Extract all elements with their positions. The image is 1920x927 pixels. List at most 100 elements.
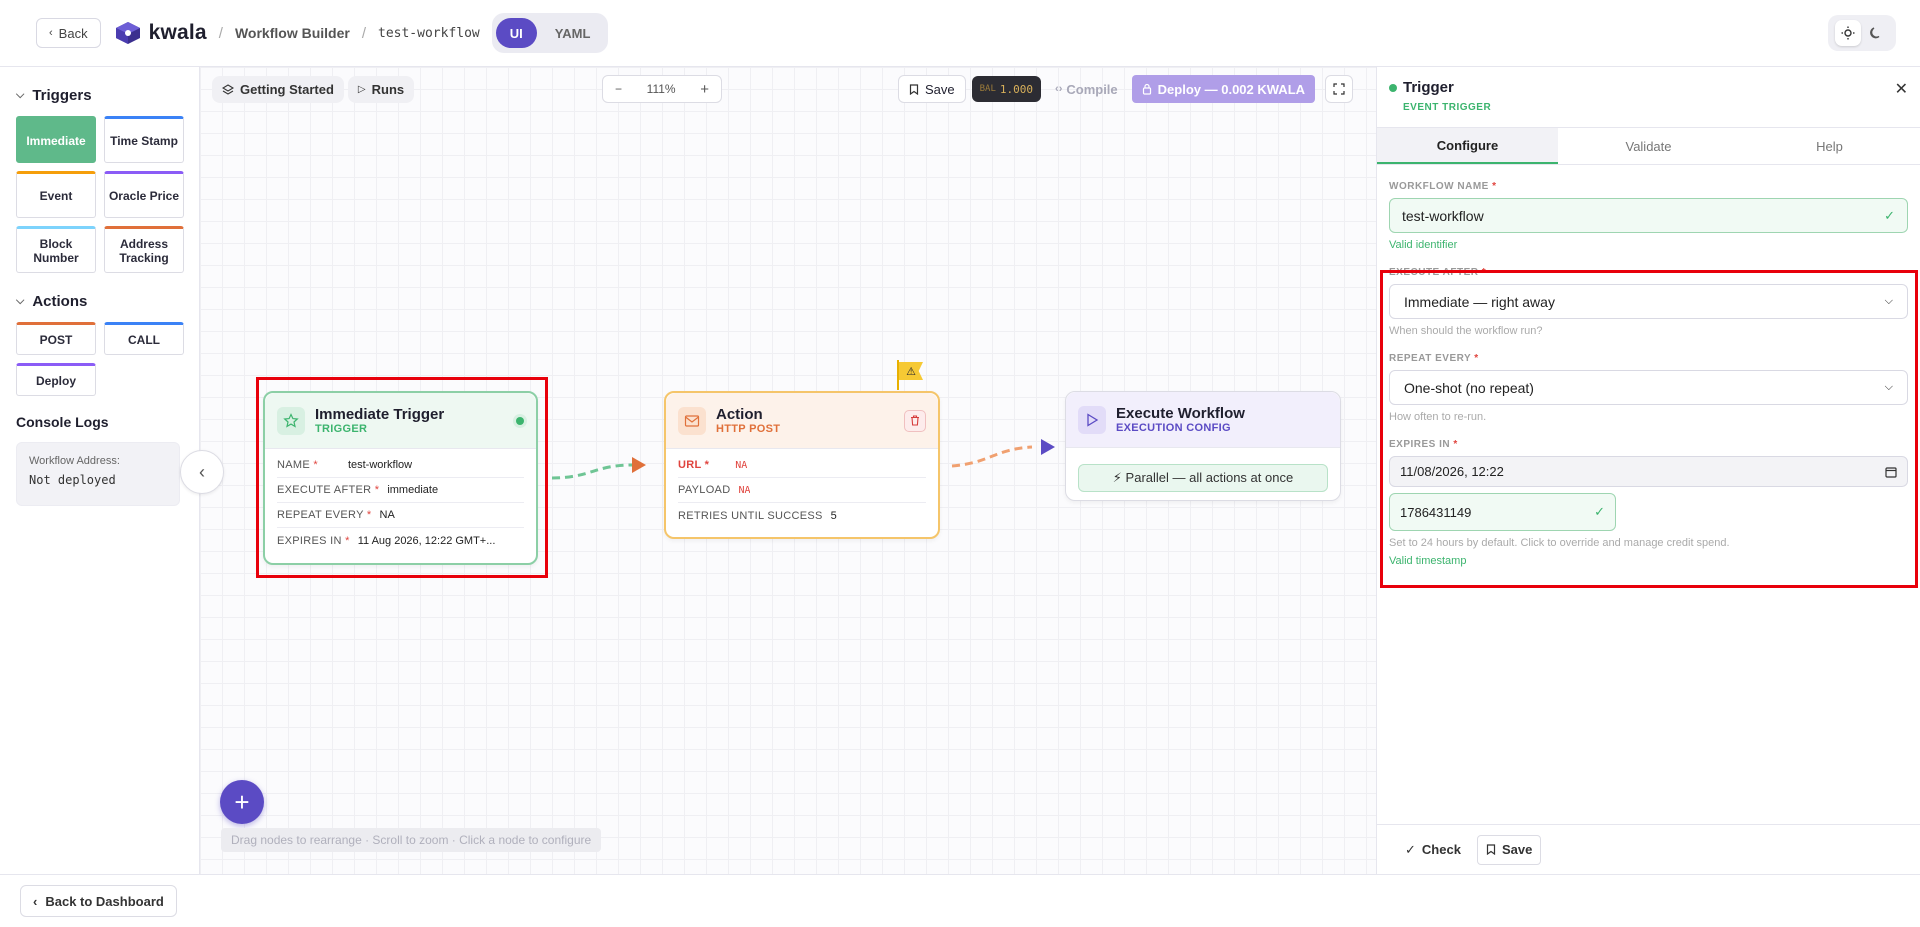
back-to-dashboard-label: Back to Dashboard bbox=[45, 893, 164, 909]
connector-trigger-action bbox=[551, 463, 633, 480]
trigger-oracle-price[interactable]: Oracle Price bbox=[104, 171, 184, 218]
highlight-trigger-node bbox=[256, 377, 548, 578]
balance-label: BAL bbox=[979, 84, 996, 94]
bookmark-icon bbox=[909, 83, 919, 95]
back-button[interactable]: ‹ Back bbox=[36, 18, 101, 48]
runs-button[interactable]: ▷ Runs bbox=[347, 76, 415, 103]
action-field-retries: RETRIES UNTIL SUCCESS 5 bbox=[678, 503, 926, 528]
action-node[interactable]: Action HTTP POST URL * NA PAYLOAD NA RET… bbox=[664, 391, 940, 539]
trigger-event[interactable]: Event bbox=[16, 171, 96, 218]
execute-workflow-node[interactable]: Execute Workflow EXECUTION CONFIG ⚡ Para… bbox=[1065, 391, 1341, 501]
brand-logo[interactable]: kwala bbox=[113, 20, 207, 46]
bookmark-icon bbox=[1486, 844, 1496, 855]
parallel-badge: ⚡ Parallel — all actions at once bbox=[1078, 464, 1328, 492]
field-key: URL * bbox=[678, 459, 710, 471]
breadcrumb-separator: / bbox=[361, 24, 366, 42]
bottom-bar: ‹ Back to Dashboard bbox=[0, 874, 1920, 927]
theme-toggle bbox=[1828, 15, 1896, 51]
zoom-in-button[interactable]: + bbox=[700, 81, 709, 98]
panel-footer: ✓ Check Save bbox=[1377, 824, 1920, 874]
workflow-canvas[interactable]: Getting Started ▷ Runs − 111% + Save BAL… bbox=[180, 67, 1376, 874]
field-key: PAYLOAD bbox=[678, 484, 731, 496]
getting-started-label: Getting Started bbox=[240, 82, 334, 97]
breadcrumb-workflow-name: test-workflow bbox=[378, 25, 480, 41]
play-icon: ▷ bbox=[357, 84, 366, 95]
action-field-payload: PAYLOAD NA bbox=[678, 478, 926, 503]
warning-icon: ⚠ bbox=[899, 362, 923, 380]
save-button[interactable]: Save bbox=[898, 75, 966, 103]
deploy-label: Deploy — 0.002 KWALA bbox=[1157, 81, 1306, 97]
mode-yaml-button[interactable]: YAML bbox=[541, 18, 605, 48]
compile-button[interactable]: ‹› Compile bbox=[1047, 75, 1126, 103]
console-log-box: Workflow Address: Not deployed bbox=[16, 442, 180, 506]
delete-node-button[interactable] bbox=[904, 409, 926, 432]
action-node-header: Action HTTP POST bbox=[666, 393, 938, 449]
action-post[interactable]: POST bbox=[16, 322, 96, 355]
execute-node-header: Execute Workflow EXECUTION CONFIG bbox=[1066, 392, 1340, 448]
close-icon[interactable]: ✕ bbox=[1895, 79, 1908, 99]
panel-save-button[interactable]: Save bbox=[1476, 834, 1542, 865]
expand-icon bbox=[1333, 83, 1345, 95]
zoom-control: − 111% + bbox=[602, 75, 722, 103]
chevron-down-icon: ⌵ bbox=[16, 295, 25, 307]
mode-ui-button[interactable]: UI bbox=[495, 18, 537, 48]
panel-title-row: Trigger bbox=[1389, 79, 1908, 96]
trigger-immediate[interactable]: Immediate bbox=[16, 116, 96, 163]
chevron-left-icon: ‹ bbox=[49, 27, 53, 39]
layers-icon bbox=[222, 83, 234, 95]
actions-title: Actions bbox=[32, 293, 88, 310]
deploy-button[interactable]: Deploy — 0.002 KWALA bbox=[1131, 75, 1316, 103]
flag-pole bbox=[897, 360, 899, 390]
add-node-button[interactable]: + bbox=[220, 780, 264, 824]
canvas-toolbar-left: Getting Started ▷ Runs bbox=[212, 76, 415, 103]
back-label: Back bbox=[58, 25, 88, 41]
panel-title: Trigger bbox=[1403, 79, 1454, 96]
code-icon: ‹› bbox=[1055, 83, 1063, 95]
tab-validate[interactable]: Validate bbox=[1558, 128, 1739, 164]
action-deploy[interactable]: Deploy bbox=[16, 363, 96, 396]
trigger-address-tracking[interactable]: Address Tracking bbox=[104, 226, 184, 273]
configure-form: WORKFLOW NAME * test-workflow ✓ Valid id… bbox=[1377, 181, 1920, 588]
light-theme-button[interactable] bbox=[1835, 20, 1861, 46]
panel-subtitle: EVENT TRIGGER bbox=[1403, 102, 1492, 113]
config-panel: Trigger EVENT TRIGGER ✕ Configure Valida… bbox=[1376, 67, 1920, 874]
check-button[interactable]: ✓ Check bbox=[1397, 835, 1469, 865]
brand-name: kwala bbox=[148, 21, 207, 44]
compile-label: Compile bbox=[1066, 81, 1118, 97]
highlight-schedule-fields bbox=[1380, 270, 1918, 588]
breadcrumb-separator: / bbox=[218, 24, 223, 42]
runs-label: Runs bbox=[371, 82, 405, 97]
actions-section-header[interactable]: ⌵ Actions bbox=[16, 293, 183, 310]
tab-configure[interactable]: Configure bbox=[1377, 128, 1558, 164]
check-icon: ✓ bbox=[1884, 207, 1895, 223]
back-to-dashboard-button[interactable]: ‹ Back to Dashboard bbox=[20, 885, 177, 917]
canvas-hint: Drag nodes to rearrange · Scroll to zoom… bbox=[221, 828, 602, 852]
action-field-url: URL * NA bbox=[678, 453, 926, 478]
workflow-name-value: test-workflow bbox=[1402, 207, 1484, 224]
play-icon bbox=[1078, 405, 1106, 434]
cube-logo-icon bbox=[115, 22, 140, 44]
console-logs-title: Console Logs bbox=[16, 414, 109, 430]
check-label: Check bbox=[1421, 842, 1461, 857]
execute-node-subtitle: EXECUTION CONFIG bbox=[1116, 422, 1231, 434]
action-node-fields: URL * NA PAYLOAD NA RETRIES UNTIL SUCCES… bbox=[666, 449, 938, 528]
chevron-down-icon: ⌵ bbox=[16, 89, 25, 101]
getting-started-button[interactable]: Getting Started bbox=[212, 76, 344, 103]
breadcrumb-workflow-builder[interactable]: Workflow Builder bbox=[235, 25, 350, 41]
field-value: NA bbox=[735, 459, 748, 471]
collapse-sidebar-button[interactable]: ‹ bbox=[180, 450, 224, 494]
zoom-out-button[interactable]: − bbox=[615, 82, 622, 96]
fullscreen-button[interactable] bbox=[1325, 75, 1354, 103]
triggers-section-header[interactable]: ⌵ Triggers bbox=[16, 87, 183, 104]
action-call[interactable]: CALL bbox=[104, 322, 184, 355]
node-palette-sidebar: ⌵ Triggers Immediate Time Stamp Event Or… bbox=[0, 67, 200, 874]
actions-grid: POST CALL Deploy bbox=[16, 322, 184, 396]
workflow-name-input[interactable]: test-workflow ✓ bbox=[1389, 198, 1908, 233]
dark-theme-button[interactable] bbox=[1863, 20, 1889, 46]
action-node-title: Action bbox=[716, 406, 763, 423]
zoom-level: 111% bbox=[646, 82, 676, 96]
trigger-time-stamp[interactable]: Time Stamp bbox=[104, 116, 184, 163]
tab-help[interactable]: Help bbox=[1739, 128, 1920, 164]
trigger-block-number[interactable]: Block Number bbox=[16, 226, 96, 273]
canvas-toolbar-right: Save BAL 1.000 ‹› Compile Deploy — 0.002… bbox=[898, 75, 1354, 103]
